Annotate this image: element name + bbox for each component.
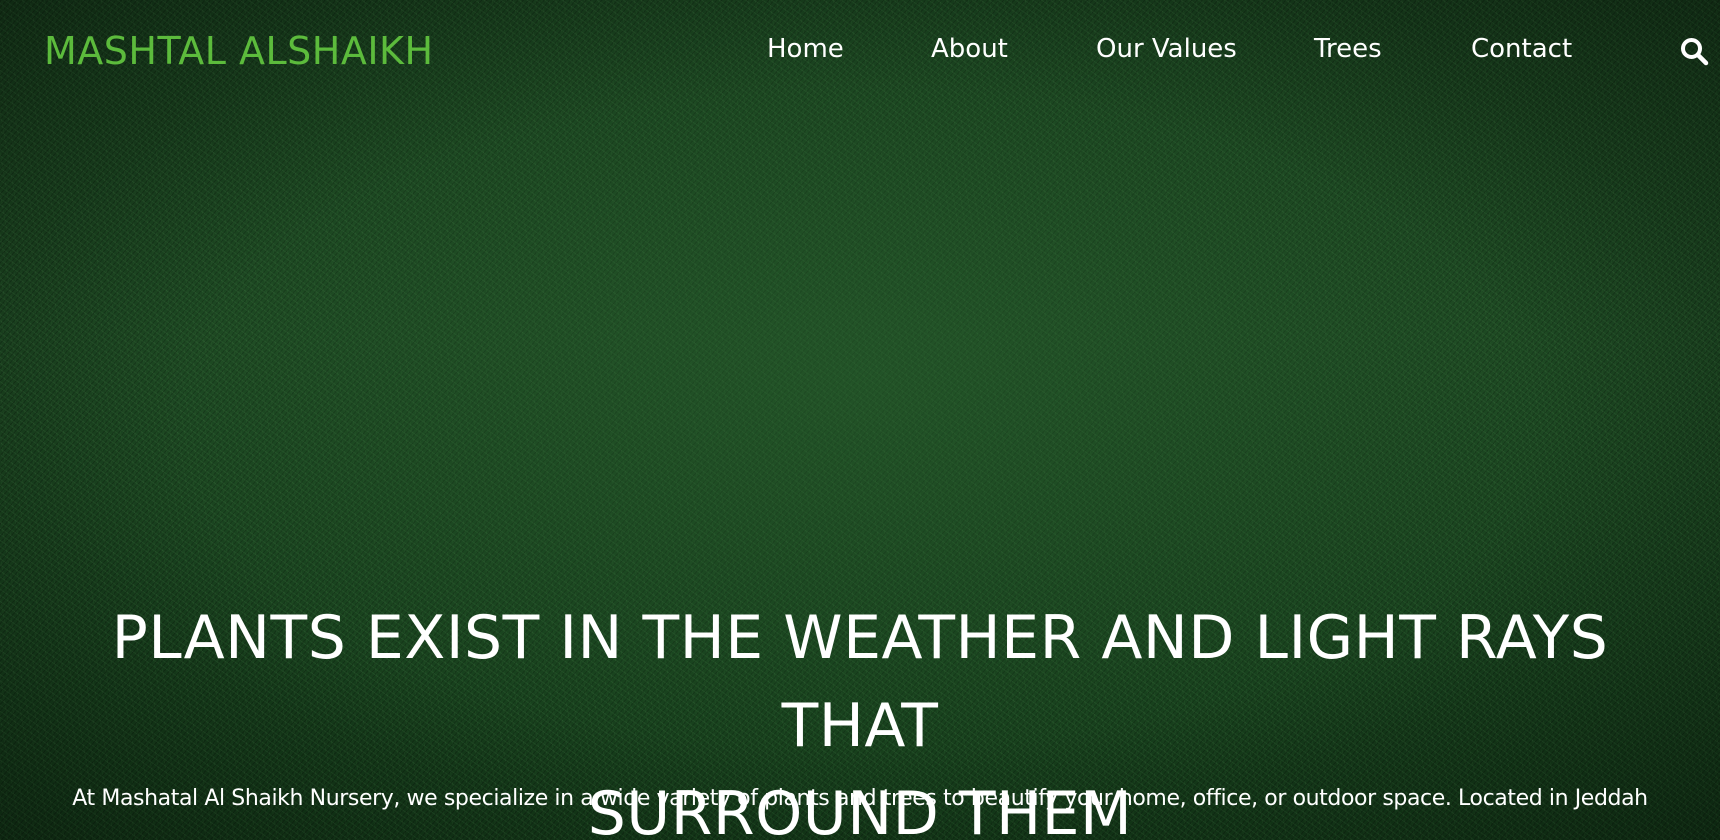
- hero-headline-line-1: PLANTS EXIST IN THE WEATHER AND LIGHT RA…: [111, 603, 1609, 761]
- nav-contact[interactable]: Contact: [1471, 30, 1572, 68]
- nav-home[interactable]: Home: [767, 30, 844, 68]
- search-icon[interactable]: [1679, 36, 1709, 66]
- nav-trees[interactable]: Trees: [1314, 30, 1382, 68]
- site-logo[interactable]: MASHTAL ALSHAIKH: [44, 24, 434, 78]
- nav-our-values[interactable]: Our Values: [1096, 30, 1237, 68]
- top-navbar: MASHTAL ALSHAIKH Home About Our Values T…: [0, 0, 1720, 100]
- hero-section: MASHTAL ALSHAIKH Home About Our Values T…: [0, 0, 1720, 840]
- nav-about[interactable]: About: [931, 30, 1008, 68]
- hero-description: At Mashatal Al Shaikh Nursery, we specia…: [72, 786, 1648, 811]
